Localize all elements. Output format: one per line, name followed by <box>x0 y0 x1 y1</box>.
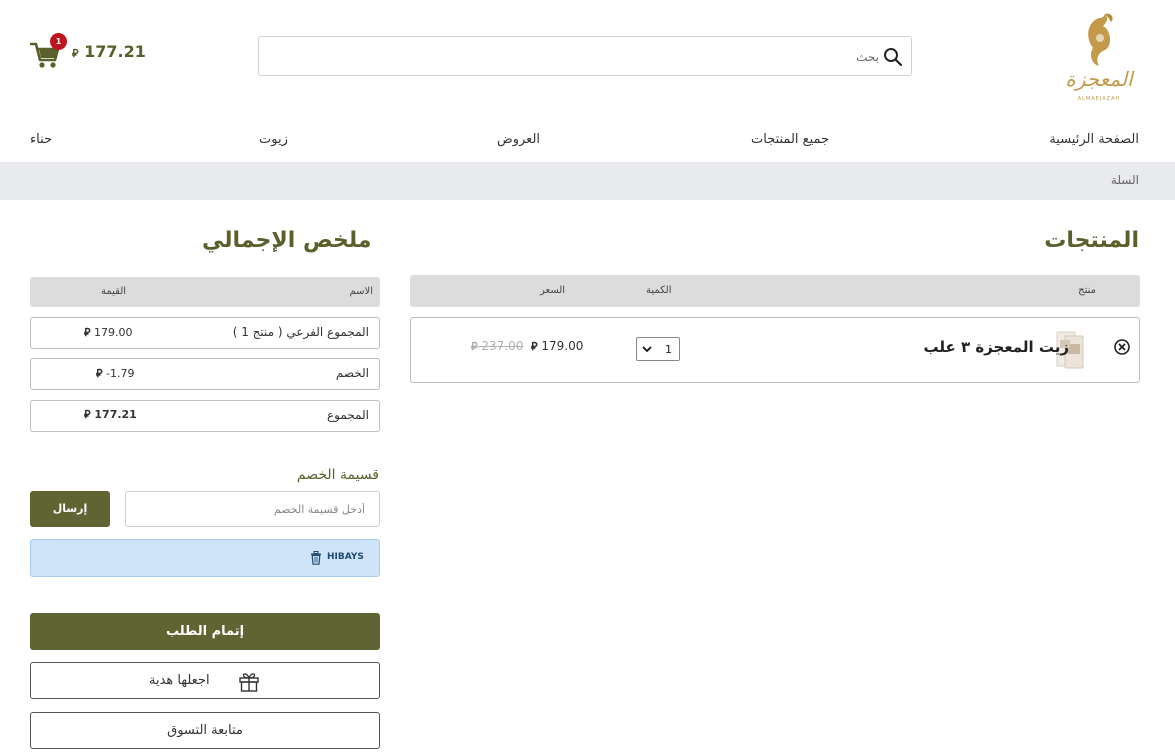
chevron-down-icon <box>642 346 652 353</box>
total-label: المجموع <box>327 408 369 422</box>
currency-icon: ⃁ <box>96 367 103 380</box>
price-value: 179.00 <box>541 339 584 353</box>
summary-table-header <box>30 277 380 307</box>
nav-all-products[interactable]: جميع المنتجات <box>751 132 829 147</box>
currency-icon: ⃁ <box>72 47 79 60</box>
subtotal-amount: 179.00 <box>94 326 133 339</box>
logo-subtitle: ALMAEJAZAH <box>1077 96 1121 102</box>
store-logo[interactable]: المعجزة ALMAEJAZAH <box>1059 8 1139 104</box>
cart-count-badge: 1 <box>50 33 67 50</box>
column-product: منتج <box>1078 285 1096 296</box>
nav-oils[interactable]: زيوت <box>259 132 288 147</box>
search-input[interactable] <box>319 45 879 69</box>
product-name[interactable]: زيت المعجزة ٣ علب <box>923 338 1069 356</box>
coupon-code: HIBAYS <box>327 552 364 562</box>
products-table-header <box>410 275 1140 307</box>
checkout-button[interactable]: إتمام الطلب <box>30 613 380 650</box>
coupon-input[interactable] <box>125 491 380 527</box>
breadcrumb[interactable]: السلة <box>1111 173 1139 187</box>
nav-offers[interactable]: العروض <box>497 132 540 147</box>
breadcrumb-bar <box>0 162 1175 200</box>
gift-icon <box>239 673 259 692</box>
nav-home[interactable]: الصفحة الرئيسية <box>1049 132 1139 147</box>
logo-graphic: المعجزة <box>1065 13 1135 91</box>
continue-shopping-button[interactable]: متابعة التسوق <box>30 712 380 749</box>
subtotal-value: ⃁ 179.00 <box>84 326 133 340</box>
old-price-value: 237.00 <box>481 339 524 353</box>
product-price: ⃁ 179.00 <box>531 339 583 354</box>
summary-row-discount <box>30 358 380 390</box>
column-value: القيمة <box>101 286 127 297</box>
total-value: ⃁ 177.21 <box>84 408 137 422</box>
column-quantity: الكمية <box>646 285 672 296</box>
cart-total-value: 177.21 <box>84 42 146 61</box>
currency-icon: ⃁ <box>84 408 91 421</box>
summary-title: ملخص الإجمالي <box>202 228 372 253</box>
gift-button-label: اجعلها هدية <box>149 673 210 688</box>
search-bar[interactable] <box>258 36 912 76</box>
discount-value: ⃁ -1.79 <box>96 367 135 381</box>
discount-amount: -1.79 <box>106 367 135 380</box>
currency-icon: ⃁ <box>471 340 478 353</box>
quantity-value: 1 <box>665 343 672 356</box>
trash-icon[interactable] <box>310 551 322 565</box>
product-old-price: ⃁ 237.00 <box>471 339 523 354</box>
discount-label: الخصم <box>335 366 369 380</box>
logo-text: المعجزة <box>1065 67 1135 91</box>
currency-icon: ⃁ <box>84 326 91 339</box>
column-price: السعر <box>540 285 566 296</box>
gift-button[interactable]: اجعلها هدية <box>30 662 380 699</box>
coupon-submit-button[interactable]: إرسال <box>30 491 110 527</box>
nav-henna[interactable]: حناء <box>30 132 52 147</box>
remove-item-icon[interactable] <box>1113 338 1131 356</box>
applied-coupon: HIBAYS <box>30 539 380 577</box>
quantity-select[interactable]: 1 <box>636 337 680 361</box>
subtotal-label: المجموع الفرعي ( منتج 1 ) <box>232 325 369 339</box>
products-title: المنتجات <box>1044 228 1139 253</box>
column-name: الاسم <box>349 286 373 297</box>
total-amount: 177.21 <box>94 408 137 421</box>
search-icon[interactable] <box>883 47 903 67</box>
coupon-label: قسيمة الخصم <box>296 467 379 483</box>
currency-icon: ⃁ <box>531 340 538 353</box>
cart-total[interactable]: ⃁ 177.21 <box>72 42 146 61</box>
